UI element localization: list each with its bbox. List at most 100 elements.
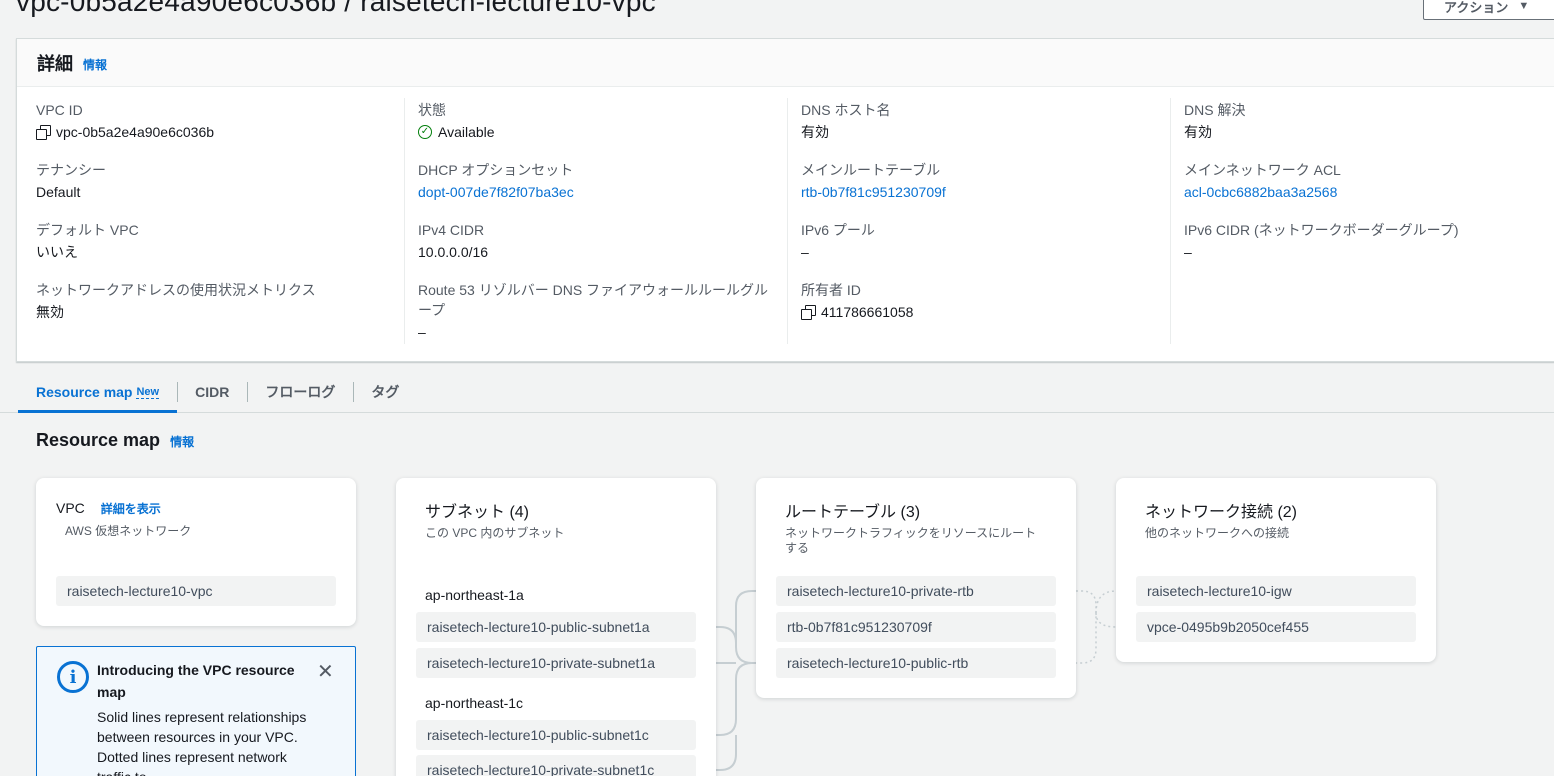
ipv6-pool-field: IPv6 プール – <box>801 220 875 262</box>
tabs-divider <box>0 412 1554 413</box>
route53-label-line1: Route 53 リゾルバー DNS ファイアウォールルールグル <box>418 282 769 298</box>
details-column-3: DNS ホスト名 有効 メインルートテーブル rtb-0b7f81c951230… <box>787 98 1170 344</box>
dns-hostnames-value: 有効 <box>801 124 829 140</box>
vpc-details-link[interactable]: 詳細を表示 <box>101 500 161 517</box>
subnet-item-public-1a[interactable]: raisetech-lecture10-public-subnet1a <box>416 612 696 642</box>
main-acl-link[interactable]: acl-0cbc6882baa3a2568 <box>1184 182 1341 202</box>
main-route-table-field: メインルートテーブル rtb-0b7f81c951230709f <box>801 160 946 202</box>
details-header: 詳細 情報 <box>17 39 1554 87</box>
tab-tags[interactable]: タグ <box>353 372 417 412</box>
default-vpc-field: デフォルト VPC いいえ <box>36 220 139 262</box>
info-box-heading: Introducing the VPC resource map <box>97 662 295 700</box>
caret-down-icon: ▼ <box>1518 0 1530 12</box>
route-tables-card-subtitle-1: ネットワークトラフィックをリソースにルート <box>785 526 1037 540</box>
tab-resource-map-label: Resource map <box>36 384 133 400</box>
route-table-item-main[interactable]: rtb-0b7f81c951230709f <box>776 612 1056 642</box>
subnets-card-title: サブネット (4) <box>425 504 530 521</box>
owner-id-field: 所有者 ID 411786661058 <box>801 280 913 322</box>
dhcp-label: DHCP オプションセット <box>418 162 574 178</box>
tab-flow-logs[interactable]: フローログ <box>247 372 353 412</box>
info-box-body: Solid lines represent relationships betw… <box>97 709 307 776</box>
main-route-table-label: メインルートテーブル <box>801 162 941 178</box>
main-route-table-link[interactable]: rtb-0b7f81c951230709f <box>801 182 946 202</box>
route53-label-line2: ープ <box>418 302 446 318</box>
ipv6-cidr-value: – <box>1184 244 1192 260</box>
ipv4-field: IPv4 CIDR 10.0.0.0/16 <box>418 220 488 262</box>
ipv4-value: 10.0.0.0/16 <box>418 244 489 260</box>
new-badge: New <box>136 385 160 399</box>
tab-cidr[interactable]: CIDR <box>177 372 247 412</box>
route-table-item-private[interactable]: raisetech-lecture10-private-rtb <box>776 576 1056 606</box>
tab-resource-map[interactable]: Resource map New <box>18 372 178 413</box>
connection-item-vpce[interactable]: vpce-0495b9b2050cef455 <box>1136 612 1416 642</box>
main-acl-field: メインネットワーク ACL acl-0cbc6882baa3a2568 <box>1184 160 1341 202</box>
owner-id-label: 所有者 ID <box>801 282 861 298</box>
copy-icon[interactable] <box>36 125 51 140</box>
state-field: 状態 ✓ Available <box>418 100 495 142</box>
dhcp-link[interactable]: dopt-007de7f82f07ba3ec <box>418 182 574 202</box>
default-vpc-label: デフォルト VPC <box>36 222 139 238</box>
resource-map-title: Resource map 情報 <box>36 430 194 451</box>
tab-bar: Resource map New CIDR フローログ タグ <box>18 372 417 413</box>
subnet-item-private-1c[interactable]: raisetech-lecture10-private-subnet1c <box>416 755 696 776</box>
default-vpc-value: いいえ <box>36 244 78 260</box>
az-label-1c: ap-northeast-1c <box>425 695 524 711</box>
dhcp-field: DHCP オプションセット dopt-007de7f82f07ba3ec <box>418 160 574 202</box>
details-info-link[interactable]: 情報 <box>83 56 107 73</box>
subnets-card: サブネット (4) この VPC 内のサブネット ap-northeast-1a… <box>396 478 716 776</box>
check-circle-icon: ✓ <box>418 125 432 139</box>
resource-map-info-link[interactable]: 情報 <box>170 433 194 450</box>
dns-resolution-field: DNS 解決 有効 <box>1184 100 1245 142</box>
dns-resolution-label: DNS 解決 <box>1184 102 1246 118</box>
subnet-item-public-1c[interactable]: raisetech-lecture10-public-subnet1c <box>416 720 696 750</box>
vpc-id-value: vpc-0b5a2e4a90e6c036b <box>56 124 215 140</box>
network-connections-card: ネットワーク接続 (2) 他のネットワークへの接続 raisetech-lect… <box>1116 478 1436 662</box>
dns-resolution-value: 有効 <box>1184 124 1212 140</box>
ipv6-pool-value: – <box>801 244 809 260</box>
details-title: 詳細 <box>37 53 73 74</box>
vpc-item[interactable]: raisetech-lecture10-vpc <box>56 576 336 606</box>
connection-item-igw[interactable]: raisetech-lecture10-igw <box>1136 576 1416 606</box>
owner-id-value: 411786661058 <box>821 304 914 320</box>
info-icon: i <box>57 661 89 693</box>
close-icon[interactable]: ✕ <box>317 659 334 684</box>
tab-tags-label: タグ <box>371 384 400 400</box>
resource-map-info-box: i Introducing the VPC resource map ✕ Sol… <box>36 646 356 776</box>
route53-field: Route 53 リゾルバー DNS ファイアウォールルールグル ープ – <box>418 280 768 342</box>
page-title: vpc-0b5a2e4a90e6c036b / raisetech-lectur… <box>16 0 656 17</box>
network-metrics-field: ネットワークアドレスの使用状況メトリクス 無効 <box>36 280 316 322</box>
details-grid: VPC ID vpc-0b5a2e4a90e6c036b テナンシー Defau… <box>17 88 1554 363</box>
route-tables-card-subtitle-2: する <box>785 541 810 555</box>
ipv6-cidr-label: IPv6 CIDR (ネットワークボーダーグループ) <box>1184 222 1459 238</box>
route-tables-card: ルートテーブル (3) ネットワークトラフィックをリソースにルート する rai… <box>756 478 1076 698</box>
tab-cidr-label: CIDR <box>195 384 230 400</box>
vpc-card-subtitle: AWS 仮想ネットワーク <box>65 524 192 538</box>
network-metrics-label: ネットワークアドレスの使用状況メトリクス <box>36 282 316 298</box>
dns-hostnames-label: DNS ホスト名 <box>801 102 891 118</box>
network-connections-card-subtitle: 他のネットワークへの接続 <box>1145 526 1290 540</box>
resource-map-heading: Resource map <box>36 430 161 450</box>
details-column-1: VPC ID vpc-0b5a2e4a90e6c036b テナンシー Defau… <box>17 98 404 344</box>
ipv4-label: IPv4 CIDR <box>418 222 485 238</box>
vpc-id-label: VPC ID <box>36 102 83 118</box>
route53-value: – <box>418 324 426 340</box>
vpc-id-field: VPC ID vpc-0b5a2e4a90e6c036b <box>36 100 214 142</box>
dns-hostnames-field: DNS ホスト名 有効 <box>801 100 890 142</box>
tenancy-value: Default <box>36 184 81 200</box>
vpc-card-title: VPC <box>56 500 85 516</box>
tenancy-label: テナンシー <box>36 162 106 178</box>
ipv6-pool-label: IPv6 プール <box>801 222 875 238</box>
network-metrics-value: 無効 <box>36 304 64 320</box>
subnet-item-private-1a[interactable]: raisetech-lecture10-private-subnet1a <box>416 648 696 678</box>
route-table-item-public[interactable]: raisetech-lecture10-public-rtb <box>776 648 1056 678</box>
state-value: Available <box>438 124 495 140</box>
copy-icon[interactable] <box>801 305 816 320</box>
actions-button-label: アクション <box>1444 0 1509 15</box>
main-acl-label: メインネットワーク ACL <box>1184 162 1341 178</box>
subnets-card-subtitle: この VPC 内のサブネット <box>425 526 565 540</box>
ipv6-cidr-field: IPv6 CIDR (ネットワークボーダーグループ) – <box>1184 220 1459 262</box>
vpc-card: VPC 詳細を表示 AWS 仮想ネットワーク raisetech-lecture… <box>36 478 356 626</box>
actions-button[interactable]: アクション ▼ <box>1423 0 1554 20</box>
tab-flow-logs-label: フローログ <box>265 384 336 400</box>
details-column-4: DNS 解決 有効 メインネットワーク ACL acl-0cbc6882baa3… <box>1170 98 1554 344</box>
